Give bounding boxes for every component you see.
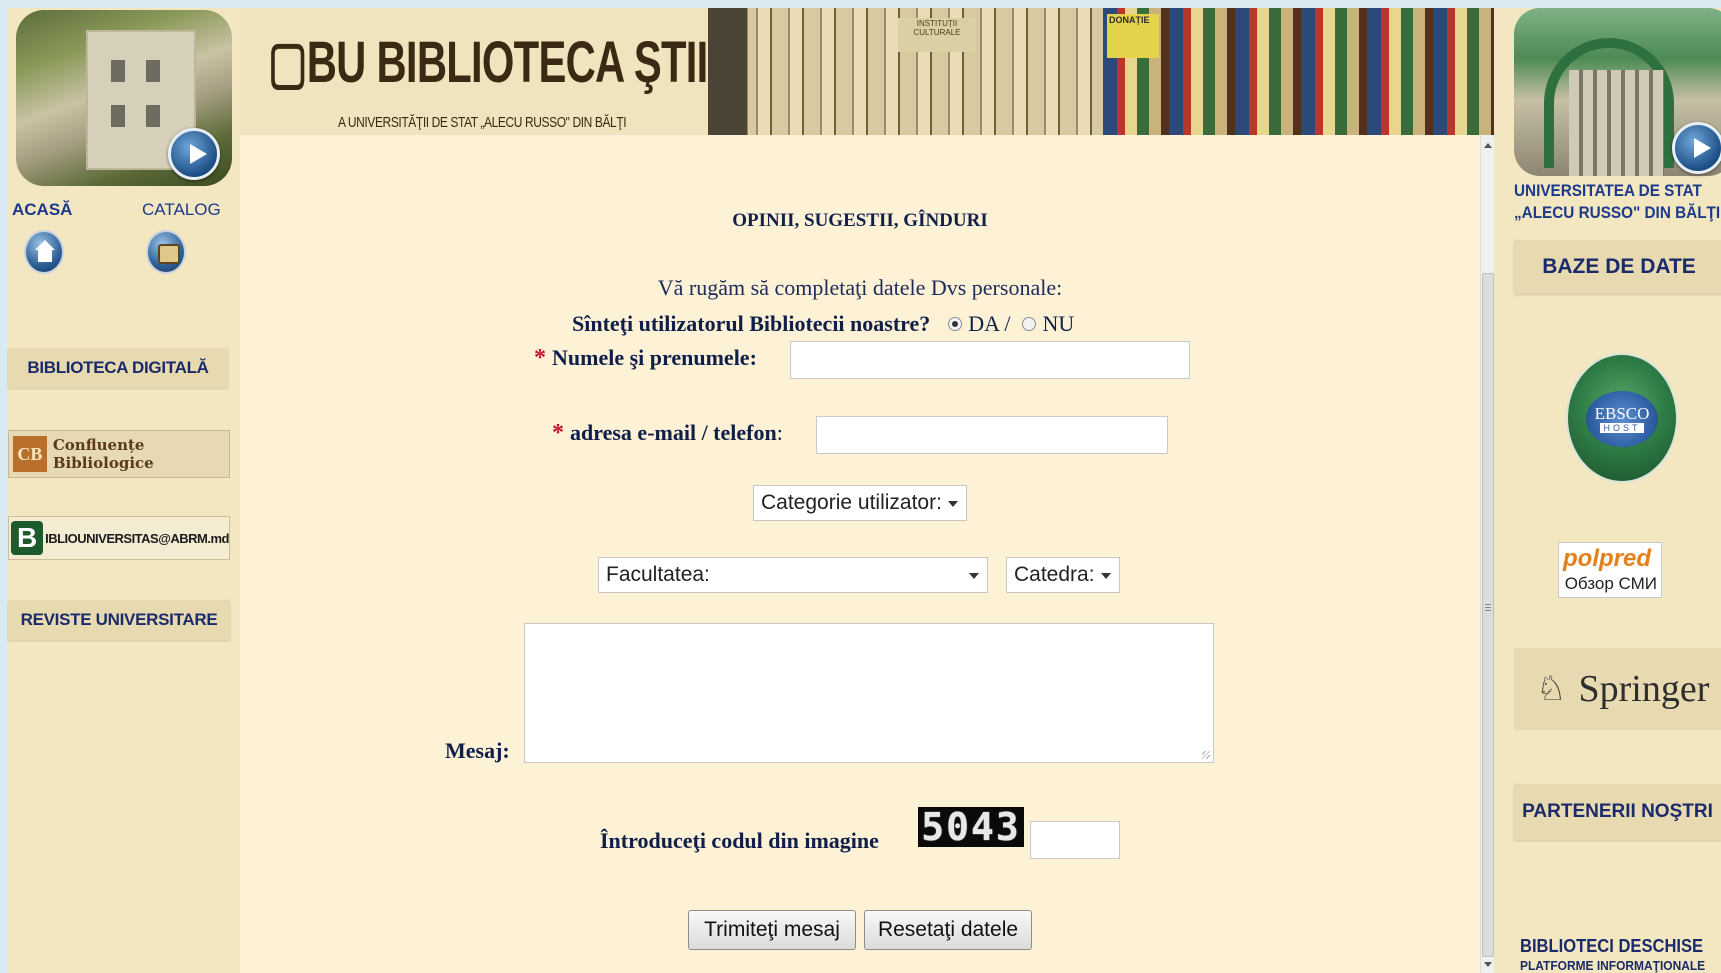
polpred-label: polpred bbox=[1563, 545, 1651, 572]
donatie-sign: DONAȚIE bbox=[1107, 14, 1159, 58]
name-input[interactable] bbox=[790, 341, 1190, 379]
faculty-select[interactable]: Facultatea: bbox=[598, 557, 988, 593]
right-sidebar: UNIVERSITATEA DE STAT „ALECU RUSSO" DIN … bbox=[1494, 8, 1721, 973]
biblio-universitas-text: IBLIOUNIVERSITAS@ABRM.md bbox=[45, 530, 229, 546]
name-label-row: * Numele şi prenumele: bbox=[534, 345, 757, 372]
polpred-subtitle: Обзор СМИ bbox=[1564, 574, 1657, 593]
ebsco-host-logo[interactable]: EBSCO HOST bbox=[1566, 353, 1678, 483]
radio-nu[interactable] bbox=[1022, 317, 1037, 331]
springer-horse-icon: ♘ bbox=[1536, 671, 1567, 708]
window bbox=[111, 105, 125, 127]
scroll-thumb[interactable] bbox=[1482, 273, 1494, 957]
scroll-up-icon[interactable] bbox=[1484, 143, 1492, 148]
chevron-down-icon bbox=[948, 501, 958, 507]
university-line-1: UNIVERSITATEA DE STAT bbox=[1514, 181, 1702, 200]
name-label: Numele şi prenumele: bbox=[552, 345, 757, 370]
user-question: Sînteţi utilizatorul Bibliotecii noastre… bbox=[572, 311, 931, 336]
radio-da[interactable] bbox=[948, 317, 963, 331]
biblioteci-deschise-link[interactable]: BIBLIOTECI DESCHISE PLATFORME INFORMAŢIO… bbox=[1520, 936, 1721, 973]
header-photos: INSTITUȚII CULTURALE DONAȚIE bbox=[708, 8, 1494, 135]
ebsco-logo-core: EBSCO HOST bbox=[1586, 391, 1658, 447]
message-textarea[interactable] bbox=[524, 623, 1214, 763]
book-shelves-photo: DONAȚIE bbox=[1103, 8, 1494, 135]
partenerii-nostri-button[interactable]: PARTENERII NOŞTRI bbox=[1514, 784, 1721, 840]
chevron-down-icon bbox=[1101, 573, 1111, 579]
reset-button[interactable]: Resetaţi datele bbox=[864, 910, 1032, 950]
springer-label: Springer bbox=[1578, 668, 1710, 710]
biblio-universitas-logo-icon: B bbox=[11, 521, 44, 555]
captcha-input[interactable] bbox=[1030, 821, 1120, 859]
email-label-colon: : bbox=[776, 420, 783, 445]
user-question-row: Sînteţi utilizatorul Bibliotecii noastre… bbox=[572, 311, 1074, 337]
chevron-down-icon bbox=[969, 573, 979, 579]
catalog-icon[interactable] bbox=[146, 230, 186, 274]
resize-grip-icon[interactable] bbox=[1202, 751, 1210, 759]
required-star: * bbox=[552, 420, 564, 446]
left-sidebar: ACASĂ CATALOG BIBLIOTECA DIGITALĂ CB Con… bbox=[8, 8, 240, 973]
form-intro: Vă rugăm să completaţi datele Dvs person… bbox=[657, 275, 1063, 300]
category-select-value: Categorie utilizator: bbox=[761, 491, 942, 514]
library-hall-photo: INSTITUȚII CULTURALE bbox=[708, 8, 1103, 135]
email-label: adresa e-mail / telefon bbox=[570, 420, 777, 445]
category-select[interactable]: Categorie utilizator: bbox=[753, 485, 967, 521]
confluente-logo-icon: CB bbox=[13, 436, 47, 472]
springer-logo[interactable]: ♘ Springer bbox=[1514, 648, 1721, 730]
captcha-label: Întroduceţi codul din imagine bbox=[600, 828, 879, 853]
platforme-label: PLATFORME INFORMAŢIONALE bbox=[1520, 958, 1706, 973]
email-label-row: * adresa e-mail / telefon: bbox=[552, 420, 783, 447]
biblio-universitas-banner[interactable]: B IBLIOUNIVERSITAS@ABRM.md bbox=[8, 516, 230, 560]
site-subtitle: A UNIVERSITĂŢII DE STAT „ALECU RUSSO" DI… bbox=[338, 114, 627, 131]
email-phone-input[interactable] bbox=[816, 416, 1168, 454]
university-name[interactable]: UNIVERSITATEA DE STAT „ALECU RUSSO" DIN … bbox=[1514, 180, 1721, 224]
vertical-scrollbar[interactable] bbox=[1480, 135, 1494, 973]
site-header: ▢BU BIBLIOTECA ŞTIINŢIFICĂ A UNIVERSITĂŢ… bbox=[240, 8, 1494, 135]
polpred-logo[interactable]: polpred Обзор СМИ bbox=[1558, 542, 1662, 598]
faculty-select-value: Facultatea: bbox=[606, 563, 710, 586]
form-title: OPINII, SUGESTII, GÎNDURI bbox=[732, 210, 988, 231]
catedra-select[interactable]: Catedra: bbox=[1006, 557, 1120, 593]
home-icon[interactable] bbox=[24, 230, 64, 274]
ebsco-host-label: HOST bbox=[1600, 423, 1644, 433]
confluente-title: Confluențe Bibliologice bbox=[52, 436, 154, 472]
feedback-form: OPINII, SUGESTII, GÎNDURI Vă rugăm să co… bbox=[240, 135, 1480, 973]
window bbox=[146, 60, 160, 82]
radio-da-label: DA / bbox=[968, 311, 1011, 336]
baze-de-date-button[interactable]: BAZE DE DATE bbox=[1514, 240, 1721, 294]
university-line-2: „ALECU RUSSO" DIN BĂLŢI bbox=[1514, 203, 1721, 222]
submit-button[interactable]: Trimiteţi mesaj bbox=[688, 910, 856, 950]
building-image bbox=[1569, 70, 1664, 176]
ebsco-label: EBSCO bbox=[1594, 404, 1650, 423]
radio-nu-label: NU bbox=[1042, 311, 1075, 336]
confluente-bibliologice-banner[interactable]: CB Confluențe Bibliologice bbox=[8, 430, 230, 478]
window bbox=[111, 60, 125, 82]
reviste-universitare-button[interactable]: REVISTE UNIVERSITARE bbox=[8, 600, 230, 640]
message-label: Mesaj: bbox=[445, 738, 510, 763]
required-star: * bbox=[534, 345, 546, 371]
biblioteci-deschise-label: BIBLIOTECI DESCHISE bbox=[1520, 936, 1704, 956]
biblioteca-digitala-button[interactable]: BIBLIOTECA DIGITALĂ bbox=[8, 348, 228, 388]
scroll-down-icon[interactable] bbox=[1484, 962, 1492, 967]
play-icon[interactable] bbox=[168, 128, 220, 180]
institutie-sign: INSTITUȚII CULTURALE bbox=[898, 18, 976, 52]
nav-catalog-link[interactable]: CATALOG bbox=[142, 200, 221, 220]
nav-acasa-link[interactable]: ACASĂ bbox=[12, 200, 72, 220]
catedra-select-value: Catedra: bbox=[1014, 563, 1095, 586]
captcha-image: 5043 bbox=[918, 805, 1024, 849]
play-icon[interactable] bbox=[1672, 122, 1721, 174]
window bbox=[146, 105, 160, 127]
